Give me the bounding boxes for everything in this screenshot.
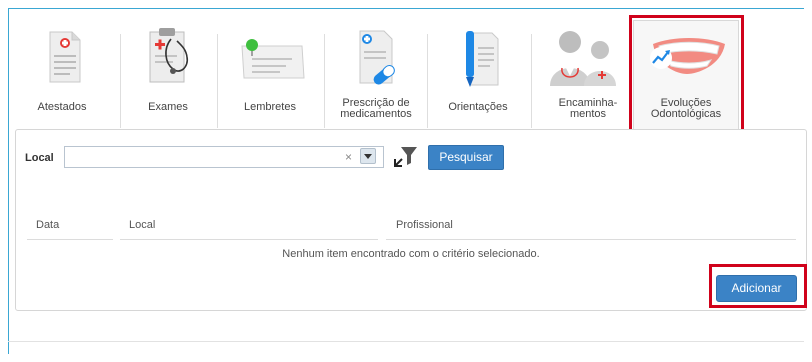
column-divider [27, 239, 113, 240]
search-button[interactable]: Pesquisar [428, 145, 504, 170]
tab-encaminhamentos-label-line2: mentos [569, 108, 607, 120]
column-divider [120, 239, 378, 240]
clipboard-stethoscope-icon [149, 28, 189, 83]
selected-tab-highlight [629, 15, 744, 134]
tab-atestados[interactable]: Atestados [22, 20, 102, 130]
tab-separator [217, 34, 218, 128]
add-button[interactable]: Adicionar [716, 275, 797, 302]
tab-prescricao-label-line2: medicamentos [340, 108, 412, 120]
column-divider [386, 239, 796, 240]
doctors-referral-icon [550, 31, 616, 86]
tab-orientacoes[interactable]: Orientações [432, 20, 524, 130]
tab-orientacoes-label: Orientações [448, 101, 508, 113]
tab-lembretes-label: Lembretes [244, 101, 296, 113]
tab-separator [324, 34, 325, 128]
local-select[interactable] [64, 146, 384, 168]
column-header-local[interactable]: Local [129, 219, 155, 231]
tab-exames-label: Exames [148, 101, 188, 113]
local-label: Local [25, 152, 54, 164]
tab-atestados-label: Atestados [37, 101, 87, 113]
chevron-down-icon[interactable] [360, 148, 376, 164]
prescription-pill-icon [359, 30, 395, 85]
tab-separator [427, 34, 428, 128]
tab-separator [531, 34, 532, 128]
tab-exames[interactable]: Exames [125, 20, 211, 130]
tab-prescricao-medicamentos[interactable]: Prescrição de medicamentos [330, 20, 422, 130]
tab-encaminhamentos-label: Encaminha- mentos [536, 98, 640, 120]
column-header-profissional[interactable]: Profissional [396, 219, 453, 231]
tab-prescricao-label: Prescrição de medicamentos [330, 98, 422, 120]
bottom-divider [8, 341, 804, 342]
document-pen-icon [466, 31, 499, 87]
tab-encaminhamentos[interactable]: Encaminha- mentos [536, 20, 640, 130]
column-header-data[interactable]: Data [36, 219, 59, 231]
tab-separator [120, 34, 121, 128]
clear-icon[interactable]: × [345, 150, 352, 164]
empty-state-message: Nenhum item encontrado com o critério se… [282, 248, 540, 260]
document-red-cross-icon [49, 31, 81, 83]
tab-lembretes[interactable]: Lembretes [222, 20, 318, 130]
sticky-note-pin-icon [241, 39, 305, 79]
filter-clear-icon[interactable] [393, 144, 419, 168]
